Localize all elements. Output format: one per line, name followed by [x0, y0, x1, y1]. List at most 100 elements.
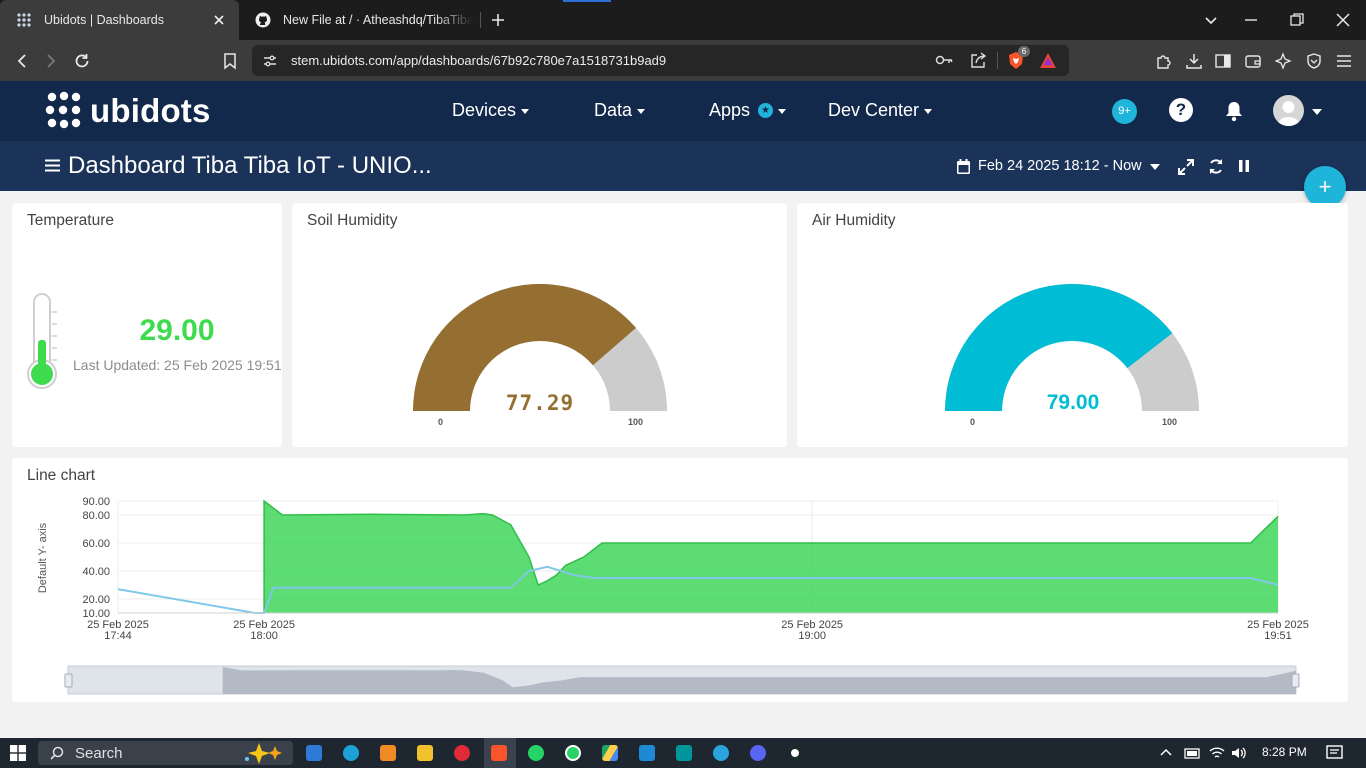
app-icon[interactable] — [787, 745, 803, 761]
edge-icon[interactable] — [343, 745, 359, 761]
tab-github-new-file[interactable]: New File at / · Atheashdq/TibaTibaIoT — [241, 0, 481, 40]
back-icon[interactable] — [13, 52, 31, 70]
widget-title: Soil Humidity — [307, 212, 398, 229]
clock-time[interactable]: 8:28 PM — [1262, 745, 1307, 759]
calendar-icon — [957, 159, 970, 174]
ubidots-logo[interactable]: ubidots — [44, 91, 211, 131]
address-separator — [997, 52, 998, 69]
browser-menu-icon[interactable] — [1335, 52, 1353, 70]
nav-dev-center[interactable]: Dev Center — [828, 100, 933, 121]
thermometer-icon — [27, 293, 57, 389]
line-chart-widget[interactable]: Line chart 90.00 80.00 60.00 40.00 20.00 10.0… — [12, 458, 1348, 702]
range-navigator[interactable] — [64, 665, 1300, 695]
line-chart[interactable]: 90.0080.0060.0040.0020.0010.0025 Feb 202… — [12, 458, 1348, 702]
bell-icon[interactable] — [1224, 100, 1244, 122]
y-tick-label: 60.00 — [82, 538, 110, 550]
notification-center-icon[interactable] — [1326, 745, 1343, 761]
github-icon — [255, 12, 271, 28]
tab-title: Ubidots | Dashboards — [44, 13, 164, 27]
x-tick-label: 19:00 — [798, 630, 826, 642]
whatsapp-icon[interactable] — [528, 745, 544, 761]
minimize-window-icon[interactable] — [1243, 12, 1259, 28]
chevron-down-icon — [924, 109, 933, 114]
fullscreen-icon[interactable] — [1178, 159, 1194, 175]
telegram-icon[interactable] — [713, 745, 729, 761]
chart-series — [117, 499, 1279, 614]
tab-separator — [480, 12, 481, 28]
user-avatar-icon — [1277, 101, 1300, 126]
discord-icon[interactable] — [750, 745, 766, 761]
page-title[interactable]: Dashboard Tiba Tiba IoT - UNIO... — [68, 152, 432, 180]
windows-start-icon[interactable] — [10, 745, 26, 761]
y-axis-label: Default Y- axis — [37, 522, 49, 593]
arduino-icon[interactable] — [676, 745, 692, 761]
brave-browser-icon[interactable] — [491, 745, 507, 761]
widget-title: Air Humidity — [812, 212, 896, 229]
file-explorer-icon[interactable] — [417, 745, 433, 761]
whatsapp-web-icon[interactable] — [565, 745, 581, 761]
add-widget-button[interactable]: + — [1304, 166, 1346, 208]
calculator-icon[interactable] — [306, 745, 322, 761]
nav-devices-label: Devices — [452, 100, 517, 120]
tab-ubidots-dashboards[interactable]: Ubidots | Dashboards — [0, 0, 239, 40]
wallet-icon[interactable] — [1244, 52, 1262, 70]
y-tick-label: 20.00 — [82, 594, 110, 606]
downloads-icon[interactable] — [1185, 52, 1203, 70]
air-humidity-widget[interactable]: Air Humidity 79.00 0 100 — [797, 203, 1348, 447]
gauge-max-label: 100 — [628, 417, 644, 427]
taskbar-search[interactable]: Search — [38, 741, 293, 765]
vscode-icon[interactable] — [639, 745, 655, 761]
nav-data[interactable]: Data — [594, 100, 646, 121]
address-bar[interactable]: stem.ubidots.com/app/dashboards/67b92c78… — [252, 45, 1069, 76]
y-tick-label: 90.00 — [82, 496, 110, 508]
reload-icon[interactable] — [73, 52, 91, 70]
range-handle-right[interactable] — [1291, 673, 1300, 688]
temperature-widget[interactable]: Temperature 29.00 Last Updated: 25 Feb 2… — [12, 203, 282, 447]
close-window-icon[interactable] — [1335, 12, 1351, 28]
chevron-down-icon — [1149, 164, 1160, 170]
vpn-icon[interactable] — [1305, 52, 1323, 70]
y-tick-label: 80.00 — [82, 510, 110, 522]
nav-apps[interactable]: Apps ★ — [709, 100, 787, 121]
notifications-count-badge[interactable]: 9+ — [1112, 99, 1137, 124]
hamburger-menu-icon[interactable] — [45, 159, 60, 172]
avatar[interactable] — [1273, 95, 1304, 126]
close-tab-icon[interactable] — [211, 12, 227, 28]
leo-ai-icon[interactable] — [1275, 52, 1293, 70]
chevron-up-icon[interactable] — [1160, 748, 1172, 756]
wifi-icon[interactable] — [1209, 746, 1225, 760]
copilot-sparkle-icon — [245, 743, 282, 764]
matlab-icon[interactable] — [380, 745, 396, 761]
password-key-icon[interactable] — [935, 53, 953, 67]
search-icon — [50, 746, 64, 760]
restore-window-icon[interactable] — [1289, 12, 1305, 28]
date-range-text: Feb 24 2025 18:12 - Now — [978, 158, 1142, 174]
extensions-icon[interactable] — [1155, 52, 1173, 70]
chevron-down-icon[interactable] — [1312, 109, 1322, 115]
media-player-icon[interactable] — [454, 745, 470, 761]
nav-apps-label: Apps — [709, 100, 751, 120]
sidebar-toggle-icon[interactable] — [1214, 52, 1232, 70]
range-handle-left[interactable] — [64, 673, 73, 688]
nav-dev-center-label: Dev Center — [828, 100, 920, 120]
date-range-picker[interactable]: Feb 24 2025 18:12 - Now — [978, 158, 1160, 174]
help-icon[interactable]: ? — [1169, 98, 1193, 122]
air-humidity-value: 79.00 — [1046, 391, 1100, 414]
refresh-icon[interactable] — [1208, 158, 1224, 175]
new-tab-icon[interactable] — [489, 11, 507, 29]
forward-icon[interactable] — [42, 52, 60, 70]
google-drive-icon[interactable] — [602, 745, 618, 761]
battery-icon[interactable] — [1184, 746, 1202, 760]
volume-icon[interactable] — [1231, 746, 1247, 760]
soil-humidity-widget[interactable]: Soil Humidity 77.29 0 100 — [292, 203, 787, 447]
dashboard-toolbar: Dashboard Tiba Tiba IoT - UNIO... Feb 24… — [0, 141, 1366, 191]
brave-rewards-icon[interactable] — [1039, 52, 1057, 69]
tab-list-chevron-icon[interactable] — [1203, 12, 1219, 28]
bookmark-icon[interactable] — [221, 52, 239, 70]
apps-star-icon: ★ — [758, 103, 774, 118]
pause-icon[interactable] — [1238, 159, 1250, 173]
tab-loading-indicator — [563, 0, 611, 2]
nav-devices[interactable]: Devices — [452, 100, 530, 121]
share-icon[interactable] — [969, 52, 987, 69]
site-info-icon[interactable] — [263, 54, 277, 68]
